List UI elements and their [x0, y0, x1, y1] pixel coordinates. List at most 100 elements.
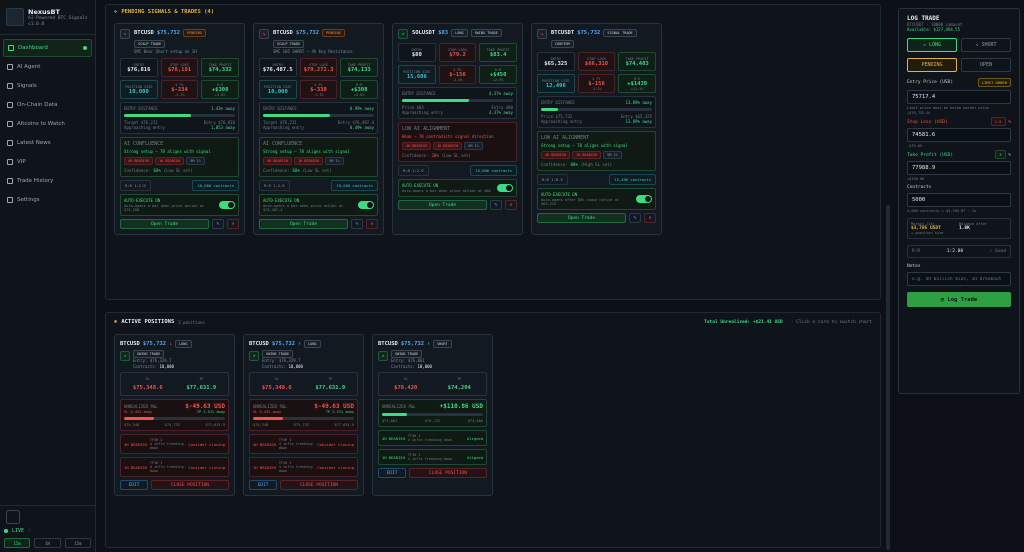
notes-input[interactable] [907, 272, 1011, 286]
delete-x-icon[interactable]: ✕ [366, 219, 378, 229]
signal-alert: 4H BEARISH TF4H 14 inflo trending down Con… [249, 434, 358, 454]
edit-pencil-icon[interactable]: ✎ [629, 213, 641, 223]
tp-value: $74,133 [347, 66, 371, 73]
signal-detail: TF1H 14 inflo trending down [150, 461, 186, 473]
confidence-note: (Low SL set) [441, 153, 471, 158]
active-position-card[interactable]: BTCUSD $75,732 ↓ LONG ↗ SWING TRADE Entry: $76… [114, 334, 235, 496]
bell-icon[interactable]: ♢ [28, 528, 31, 534]
tp-cell: TP $77,631.9 [304, 373, 358, 395]
nav-icon [7, 121, 13, 127]
position-metrics: POSITION SIZE 10,000 $ PL $-330 -3.3% R:R +$30… [259, 80, 378, 99]
open-trade-button[interactable]: Open Trade [259, 219, 348, 229]
edit-button[interactable]: EDIT [120, 480, 148, 490]
confluence-summary: Strong setup — 78 aligns with signal [541, 143, 628, 148]
entry-value: $65,325 [544, 60, 568, 67]
auto-execute-desc: Auto-opens a bar when price action at $7… [124, 204, 205, 212]
timeframe-15m-alt[interactable]: 15m [64, 538, 91, 548]
sidebar-item-vip[interactable]: VIP [3, 153, 92, 171]
sidebar-item-altcoins-to-watch[interactable]: Altcoins to Watch [3, 115, 92, 133]
card-title-group: BTCUSDT $75,732 SIGNAL TRADE CONFIRM [551, 29, 656, 48]
edit-pencil-icon[interactable]: ✎ [351, 219, 363, 229]
sidebar-item-dashboard[interactable]: Dashboard [3, 39, 92, 57]
tp-label: TP [328, 377, 333, 381]
trend-up-icon: ↗ [120, 351, 130, 361]
stop-loss-input[interactable]: 74581.6 [907, 128, 1011, 142]
log-trade-button[interactable]: ▤ Log Trade [907, 292, 1011, 307]
sidebar-item-settings[interactable]: Settings [3, 191, 92, 209]
auto-execute-toggle[interactable] [497, 184, 513, 192]
sidebar-item-ai-agent[interactable]: AI Agent [3, 58, 92, 76]
confidence-row: Confidence: 88% (High SL set) [541, 162, 652, 167]
card-actions: Open Trade ✎ ✕ [398, 200, 517, 210]
entry-price-input[interactable]: 75717.4 [907, 90, 1011, 104]
timeframe-1h[interactable]: 1H [34, 538, 61, 548]
level-sl: $75,348 [124, 423, 140, 427]
active-card-header: BTCUSD $75,732 ↑ SHORT [378, 340, 487, 348]
rr-pill: R:R 1:2.9 [398, 165, 429, 176]
open-trade-button[interactable]: Open Trade [537, 213, 626, 223]
sl-value: $78,181 [167, 66, 192, 73]
confidence-value: 20% [431, 153, 439, 158]
sl-tp-box: SL $75,348.6 TP $77,631.9 [120, 372, 229, 396]
auto-execute-toggle[interactable] [636, 195, 652, 203]
position-details: SWING TRADE Entry: $76,329.7 Contracts: 10… [133, 350, 174, 369]
pending-card[interactable]: ↗ SOLUSDT $83 LONG SWING TRADE ENTRY $80 STOP L… [392, 23, 523, 235]
edit-label: EDIT [257, 482, 269, 488]
confidence-row: Confidence: 68% (Low SL set) [124, 168, 235, 173]
open-trade-button[interactable]: Open Trade [398, 200, 487, 210]
close-position-button[interactable]: CLOSE POSITION [280, 480, 358, 490]
user-icon[interactable] [6, 510, 20, 524]
close-position-button[interactable]: CLOSE POSITION [151, 480, 229, 490]
delete-x-icon[interactable]: ✕ [644, 213, 656, 223]
distance-bar [541, 108, 652, 111]
delete-x-icon[interactable]: ✕ [227, 219, 239, 229]
sl-pct-input[interactable]: 1.5 [990, 117, 1006, 126]
arrow-up-icon: ↑ [427, 341, 431, 347]
pending-card[interactable]: ↘ BTCUSDT $75,732 SIGNAL TRADE CONFIRM ENTRY $… [531, 23, 662, 235]
edit-pencil-icon[interactable]: ✎ [212, 219, 224, 229]
entry-field-label: Entry Price (USD) LIMIT ORDER [907, 78, 1011, 87]
edit-button[interactable]: EDIT [378, 468, 406, 478]
pnl-bar [253, 417, 354, 420]
tp-pct-input[interactable]: 3 [995, 150, 1006, 159]
contracts-input[interactable]: 5000 [907, 193, 1011, 207]
short-label: SHORT [981, 42, 997, 48]
auto-execute-toggle[interactable] [358, 201, 374, 209]
risk-pct: -1.2% [591, 86, 602, 91]
confluence-summary: Strong setup — 78 aligns with signal [263, 149, 350, 154]
rr-contracts-row: R:R 1:2.9 15,606 contracts [398, 165, 517, 176]
active-position-card[interactable]: BTCUSD $75,732 ↑ SHORT ↗ SWING TRADE Entry: $7… [372, 334, 493, 496]
edit-button[interactable]: EDIT [249, 480, 277, 490]
active-position-card[interactable]: BTCUSD $75,732 ↑ LONG ↗ SWING TRADE Entry: $76… [243, 334, 364, 496]
sidebar-item-signals[interactable]: Signals [3, 77, 92, 95]
delete-x-icon[interactable]: ✕ [505, 200, 517, 210]
sidebar-item-latest-news[interactable]: Latest News [3, 134, 92, 152]
sl-field-label: Stop Loss (USD) 1.5 % [907, 117, 1011, 126]
open-button[interactable]: OPEN [961, 58, 1011, 72]
edit-pencil-icon[interactable]: ✎ [490, 200, 502, 210]
timeframe-15m[interactable]: 15m [4, 538, 31, 548]
pending-button[interactable]: PENDING [907, 58, 957, 72]
sidebar-item-trade-history[interactable]: Trade History [3, 172, 92, 190]
position-info: ↗ SWING TRADE Entry: $76,329.7 Contracts: 1… [120, 350, 229, 369]
approach-label: Approaching entry [541, 119, 582, 124]
main-scrollbar[interactable] [886, 205, 890, 550]
approach-value: 1,053 away [210, 125, 235, 130]
sidebar-item-on-chain-data[interactable]: On-Chain Data [3, 96, 92, 114]
take-profit-input[interactable]: 77988.9 [907, 161, 1011, 175]
arrow-down-icon: ↘ [537, 29, 547, 39]
pending-card[interactable]: ↘ BTCUSD $75,732 PENDING SCALP TRADE SMC 1H5 … [253, 23, 384, 235]
limit-order-badge[interactable]: LIMIT ORDER [977, 78, 1011, 87]
signal-tag: 4H BEARISH [124, 441, 147, 447]
signal-action: Consider closing [317, 464, 354, 470]
sidebar-item-label: Signals [17, 83, 37, 89]
long-button[interactable]: ↗ LONG [907, 38, 957, 52]
close-position-button[interactable]: CLOSE POSITION [409, 468, 487, 478]
short-button[interactable]: ↘ SHORT [961, 38, 1011, 52]
open-trade-button[interactable]: Open Trade [120, 219, 209, 229]
nav-icon [7, 83, 13, 89]
tp-cell: TAKE PROFIT $74,133 [340, 58, 378, 77]
pending-card[interactable]: ↘ BTCUSD $75,732 PENDING SCALP TRADE SMC Bear… [114, 23, 245, 235]
distance-value: 4.37% away [488, 91, 513, 96]
auto-execute-toggle[interactable] [219, 201, 235, 209]
